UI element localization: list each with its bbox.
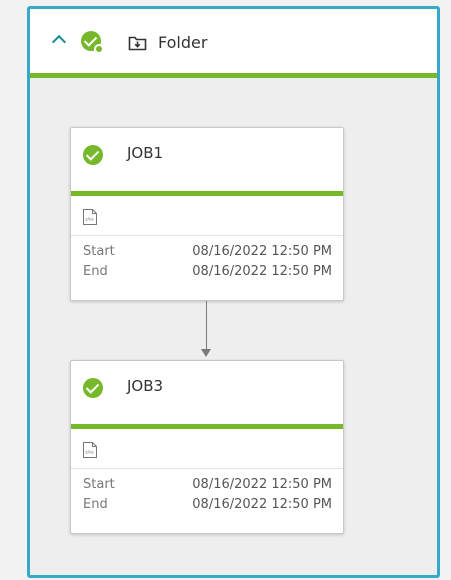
start-value: 08/16/2022 12:50 PM: [192, 244, 332, 259]
svg-text:z/os: z/os: [85, 217, 93, 222]
job-card-job1[interactable]: JOB1 z/os Start 08/16/2022 12:50 PM End …: [70, 127, 344, 301]
end-label: End: [83, 497, 108, 512]
os-file-icon: z/os: [83, 209, 97, 225]
job-header: JOB3: [71, 361, 343, 429]
status-dot: [94, 44, 104, 54]
start-row: Start 08/16/2022 12:50 PM: [71, 475, 343, 495]
end-value: 08/16/2022 12:50 PM: [192, 497, 332, 512]
job-times: Start 08/16/2022 12:50 PM End 08/16/2022…: [71, 242, 343, 282]
start-label: Start: [83, 477, 115, 492]
job-type-row: z/os: [71, 196, 343, 236]
os-file-icon: z/os: [83, 442, 97, 458]
folder-header: Folder: [30, 9, 437, 78]
job-header: JOB1: [71, 128, 343, 196]
start-label: Start: [83, 244, 115, 259]
check-circle-icon: [83, 145, 103, 165]
flow-connector: [206, 301, 207, 349]
check-circle-icon: [81, 31, 104, 54]
arrow-down-icon: [201, 349, 211, 357]
job-name: JOB1: [127, 144, 164, 162]
svg-text:z/os: z/os: [85, 450, 93, 455]
job-card-job3[interactable]: JOB3 z/os Start 08/16/2022 12:50 PM End …: [70, 360, 344, 534]
chevron-up-icon[interactable]: [51, 34, 67, 50]
check-circle-icon: [83, 378, 103, 398]
end-label: End: [83, 264, 108, 279]
job-type-row: z/os: [71, 429, 343, 469]
end-row: End 08/16/2022 12:50 PM: [71, 495, 343, 515]
job-times: Start 08/16/2022 12:50 PM End 08/16/2022…: [71, 475, 343, 515]
folder-title: Folder: [158, 33, 208, 52]
start-row: Start 08/16/2022 12:50 PM: [71, 242, 343, 262]
end-row: End 08/16/2022 12:50 PM: [71, 262, 343, 282]
workflow-canvas: Folder JOB1 z/os Start 08/16/2022 12:50 …: [0, 0, 451, 580]
job-name: JOB3: [127, 377, 164, 395]
end-value: 08/16/2022 12:50 PM: [192, 264, 332, 279]
start-value: 08/16/2022 12:50 PM: [192, 477, 332, 492]
folder-icon: [128, 36, 147, 51]
